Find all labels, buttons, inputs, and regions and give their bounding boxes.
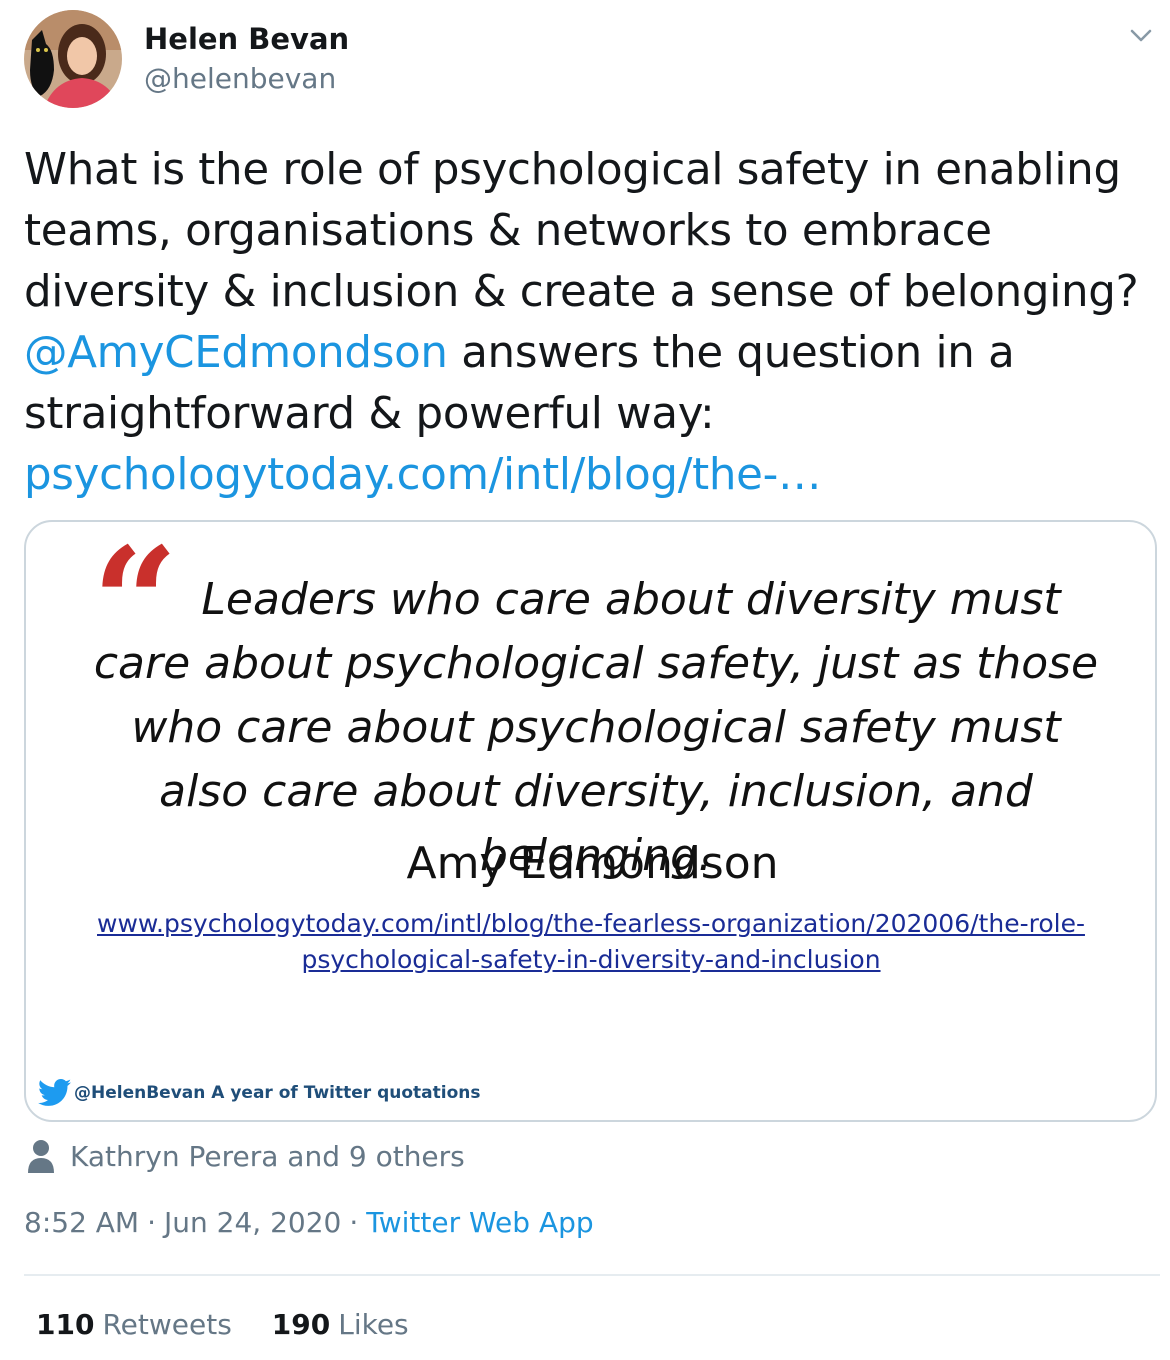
- retweets-count: 110: [36, 1308, 95, 1341]
- tweet-meta: 8:52 AM · Jun 24, 2020 · Twitter Web App: [24, 1206, 594, 1239]
- tweet-text-part1: What is the role of psychological safety…: [24, 145, 1139, 317]
- image-watermark: @HelenBevan A year of Twitter quotations: [38, 1078, 480, 1108]
- more-options-chevron-down-icon[interactable]: [1126, 20, 1156, 50]
- tweet-source-link[interactable]: Twitter Web App: [366, 1206, 593, 1239]
- watermark-text: @HelenBevan A year of Twitter quotations: [74, 1083, 481, 1103]
- divider: [24, 1274, 1160, 1276]
- tweet-text: What is the role of psychological safety…: [24, 140, 1154, 506]
- tweet-time[interactable]: 8:52 AM: [24, 1206, 139, 1239]
- article-link[interactable]: psychologytoday.com/intl/blog/the-…: [24, 450, 821, 500]
- author-handle[interactable]: @helenbevan: [144, 62, 336, 95]
- tweet-stats: 110 Retweets 190 Likes: [36, 1308, 449, 1341]
- mention-link[interactable]: @AmyCEdmondson: [24, 328, 448, 378]
- quote-body: Leaders who care about diversity must ca…: [93, 574, 1099, 881]
- meta-separator: ·: [147, 1206, 156, 1239]
- meta-separator: ·: [349, 1206, 359, 1239]
- tweet-date[interactable]: Jun 24, 2020: [164, 1206, 341, 1239]
- twitter-bird-icon: [38, 1079, 72, 1106]
- likes-label: Likes: [338, 1308, 409, 1341]
- liked-by-row[interactable]: Kathryn Perera and 9 others: [28, 1136, 465, 1176]
- tweet-media-image[interactable]: “ Leaders who care about diversity must …: [24, 520, 1157, 1122]
- likes-count: 190: [271, 1308, 331, 1341]
- author-display-name[interactable]: Helen Bevan: [144, 22, 349, 56]
- liked-by-text: Kathryn Perera and 9 others: [70, 1139, 465, 1173]
- likes-stat[interactable]: 190 Likes: [272, 1308, 409, 1341]
- author-avatar[interactable]: [24, 10, 122, 108]
- quote-url: www.psychologytoday.com/intl/blog/the-fe…: [97, 909, 1085, 974]
- person-icon: [28, 1140, 54, 1173]
- quote-author: Amy Edmondson: [406, 838, 779, 889]
- retweets-stat[interactable]: 110 Retweets: [36, 1308, 232, 1341]
- retweets-label: Retweets: [102, 1308, 232, 1341]
